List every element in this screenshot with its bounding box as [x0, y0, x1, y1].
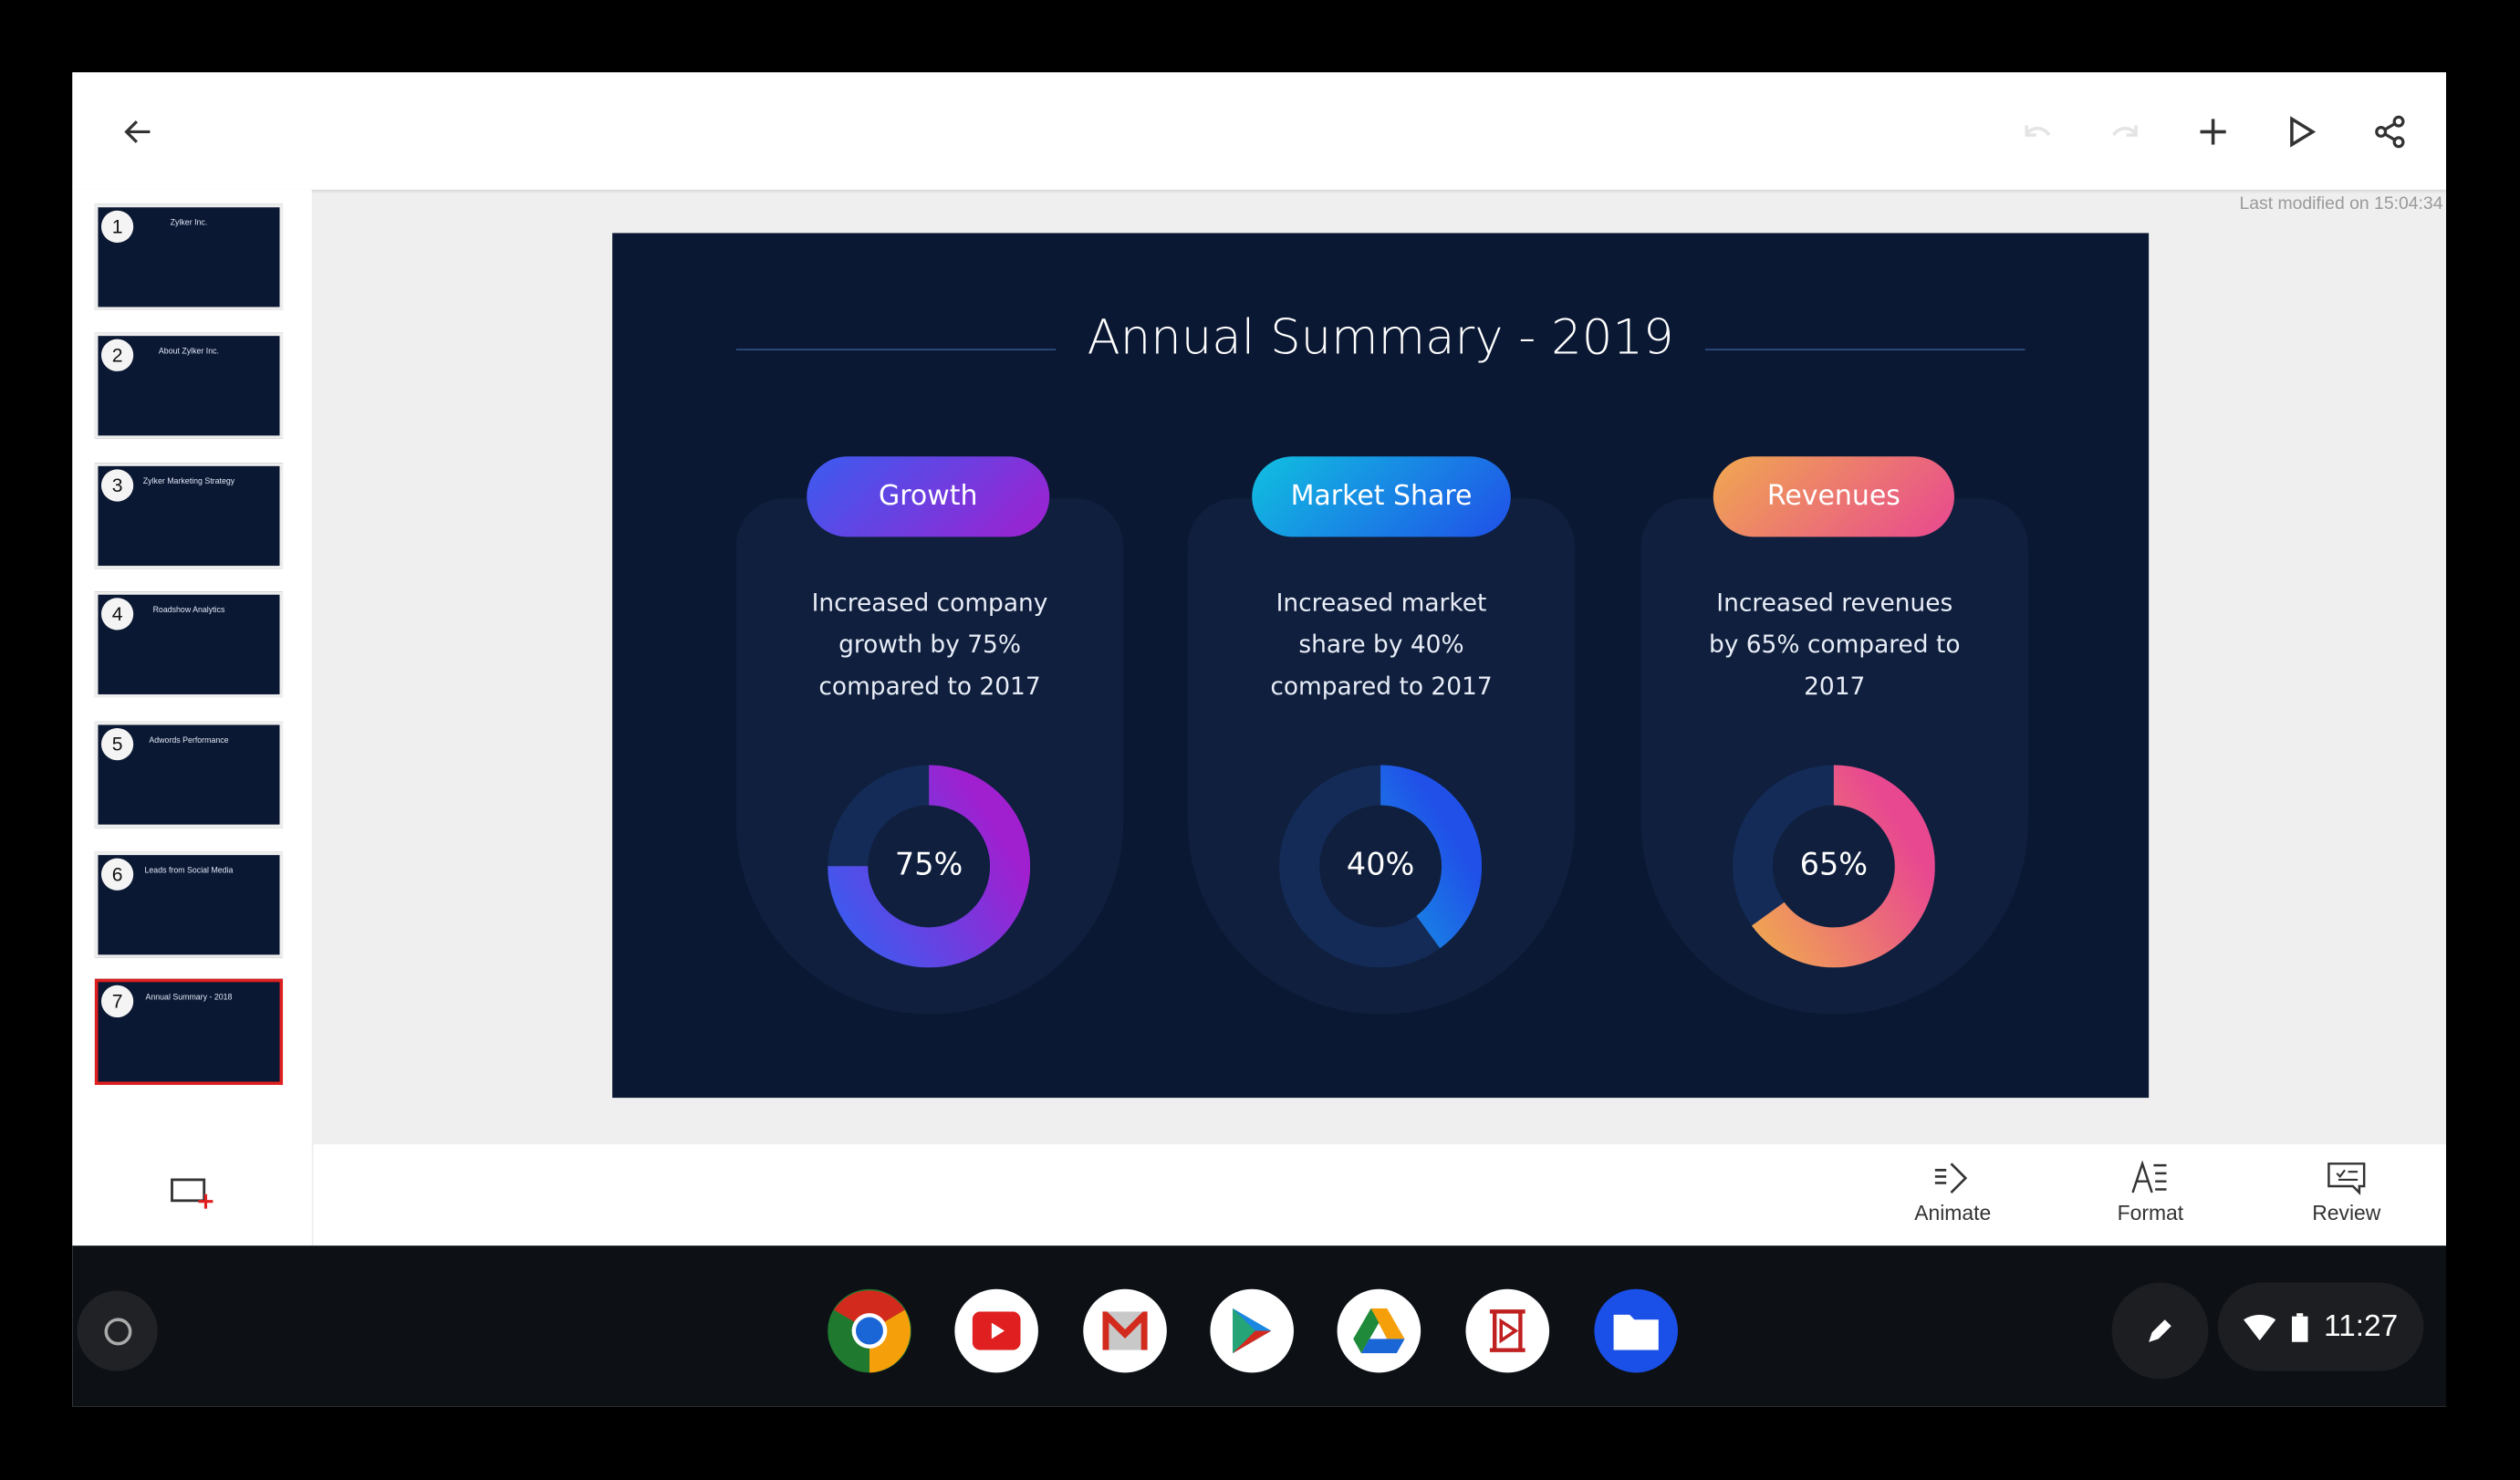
review-icon [2327, 1162, 2366, 1196]
shelf-app-files[interactable] [1594, 1288, 1679, 1373]
wifi-icon [2243, 1314, 2276, 1340]
thumbnail-number: 4 [100, 598, 134, 631]
share-icon [2375, 115, 2405, 149]
slide-thumbnail-6[interactable]: Leads from Social Media 6 [94, 851, 284, 958]
back-arrow-icon [124, 120, 151, 143]
review-label: Review [2312, 1200, 2381, 1225]
top-toolbar [72, 72, 2447, 190]
thumbnail-number: 5 [100, 727, 134, 761]
description-line: by 65% compared to [1708, 630, 1961, 660]
slide-thumbnail-7[interactable]: Annual Summary - 2018 7 [94, 978, 284, 1086]
description-line: compared to 2017 [818, 672, 1041, 702]
card-label-pill[interactable]: Market Share [1252, 456, 1511, 537]
format-button[interactable]: Format [2086, 1160, 2214, 1225]
present-button[interactable] [2277, 108, 2326, 156]
shelf-app-drive[interactable] [1337, 1288, 1421, 1373]
pen-icon [2149, 1319, 2171, 1342]
redo-button[interactable] [2100, 108, 2149, 156]
shelf-app-gmail[interactable] [1083, 1288, 1167, 1373]
add-slide-button[interactable] [169, 1173, 213, 1212]
donut-value: 40% [1346, 847, 1415, 883]
clock: 11:27 [2323, 1308, 2399, 1343]
slide-thumbnail-5[interactable]: Adwords Performance 5 [94, 721, 284, 829]
format-icon [2131, 1160, 2167, 1193]
description-line: share by 40% [1298, 630, 1464, 660]
thumbnail-number: 1 [100, 210, 134, 243]
thumbnail-number: 3 [100, 469, 134, 502]
play-store-icon [1230, 1307, 1275, 1355]
shelf-app-youtube[interactable] [954, 1288, 1038, 1373]
review-button[interactable]: Review [2282, 1161, 2411, 1225]
divider [311, 1144, 314, 1246]
undo-button[interactable] [2014, 108, 2062, 156]
slide-thumbnail-panel: Zylker Inc. 1 About Zylker Inc. 2 Zylker Mar… [72, 189, 312, 1145]
drive-icon [1353, 1308, 1405, 1354]
slide-title[interactable]: Annual Summary - 2019 [612, 310, 2149, 367]
card-label-pill[interactable]: Growth [807, 456, 1050, 537]
youtube-icon [972, 1311, 1021, 1350]
back-button[interactable] [114, 108, 162, 156]
thumbnail-number: 2 [100, 339, 134, 371]
zoho-show-icon [1486, 1308, 1528, 1353]
slide-thumbnail-3[interactable]: Zylker Marketing Strategy 3 [94, 463, 284, 569]
card-description[interactable]: Increased revenues by 65% compared to 2017 [1640, 582, 2028, 707]
stylus-button[interactable] [2111, 1282, 2209, 1380]
description-line: Increased revenues [1716, 588, 1953, 618]
format-label: Format [2117, 1200, 2184, 1225]
thumbnail-number: 7 [100, 985, 134, 1018]
share-button[interactable] [2366, 108, 2414, 156]
slide-thumbnail-1[interactable]: Zylker Inc. 1 [94, 203, 284, 310]
shelf-app-zoho-show[interactable] [1465, 1288, 1550, 1373]
status-tray[interactable]: 11:27 [2217, 1282, 2424, 1371]
add-slide-icon [171, 1178, 213, 1209]
slide-canvas[interactable]: Annual Summary - 2019 Growth Increased c… [612, 233, 2150, 1099]
os-shelf: 11:27 [72, 1245, 2447, 1407]
description-line: compared to 2017 [1270, 672, 1493, 702]
undo-icon [2025, 125, 2051, 137]
last-modified-status: Last modified on 15:04:34 [2239, 194, 2443, 214]
launcher-icon [103, 1317, 131, 1345]
shelf-app-chrome[interactable] [828, 1288, 911, 1373]
slide-thumbnail-2[interactable]: About Zylker Inc. 2 [94, 332, 284, 439]
redo-icon [2111, 125, 2138, 137]
app-screen: Last modified on 15:04:34 Zylker Inc. 1 Ab… [72, 72, 2447, 1407]
description-line: 2017 [1804, 672, 1866, 702]
shelf-app-play-store[interactable] [1210, 1288, 1295, 1373]
play-icon [2290, 116, 2317, 148]
animate-button[interactable]: Animate [1889, 1161, 2017, 1225]
files-icon [1613, 1311, 1659, 1350]
card-description[interactable]: Increased market share by 40% compared to … [1188, 582, 1576, 707]
bottom-toolbar: Animate Format Review [72, 1144, 2447, 1246]
plus-icon [2200, 119, 2226, 145]
gmail-icon [1102, 1311, 1148, 1350]
donut-value: 65% [1799, 847, 1869, 883]
donut-value: 75% [894, 847, 963, 883]
animate-icon [1934, 1162, 1968, 1193]
animate-label: Animate [1914, 1200, 1992, 1225]
description-line: Increased market [1276, 588, 1487, 618]
description-line: Increased company [811, 588, 1048, 618]
battery-icon [2291, 1312, 2308, 1341]
card-description[interactable]: Increased company growth by 75% compared t… [736, 582, 1124, 707]
card-label-pill[interactable]: Revenues [1713, 456, 1954, 537]
chrome-icon [828, 1288, 911, 1373]
thumbnail-number: 6 [100, 858, 134, 891]
slide-thumbnail-4[interactable]: Roadshow Analytics 4 [94, 591, 284, 698]
add-button[interactable] [2189, 108, 2237, 156]
description-line: growth by 75% [838, 630, 1021, 660]
launcher-button[interactable] [77, 1290, 158, 1371]
